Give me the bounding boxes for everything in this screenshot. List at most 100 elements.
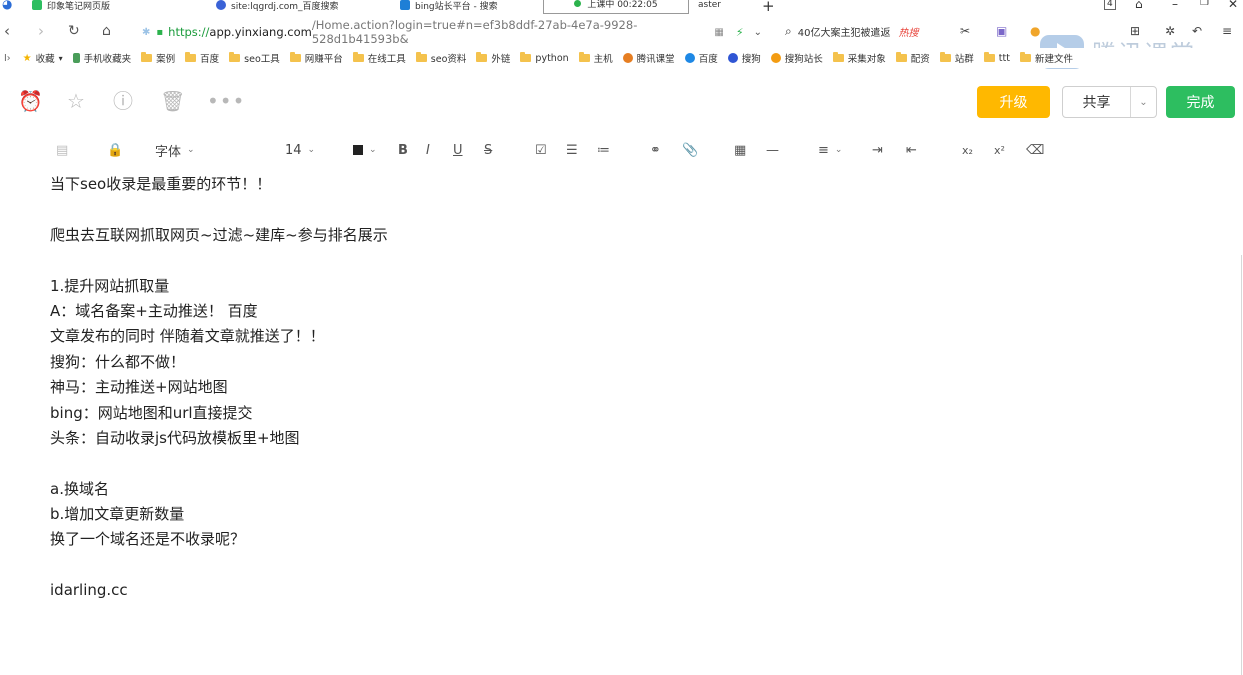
trash-icon[interactable]: 🗑 [160,90,185,112]
close-window-icon[interactable]: ✕ [1228,0,1238,11]
more-icon[interactable]: ••• [207,90,244,112]
bing-icon [400,0,410,10]
italic-icon[interactable]: I [426,140,430,160]
lock-icon: ▪ [156,26,164,38]
note-line: 搜狗：什么都不做！ [50,352,186,371]
note-line [50,197,1200,222]
share-dropdown-icon[interactable]: ⌄ [1131,87,1156,117]
tab-bing[interactable]: bing站长平台 - 搜索 [400,0,498,14]
underline-icon[interactable]: U [453,140,463,160]
bookmark-label: 搜狗站长 [784,54,823,65]
text-color-picker[interactable]: ⌄ [353,140,377,160]
clear-format-icon[interactable]: ⌫ [1026,140,1044,160]
note-line [50,451,1200,476]
note-line: bing：网站地图和url直接提交 [50,403,253,422]
bookmark-item[interactable]: ★ 收藏 ▾ [23,51,63,66]
checkbox-icon[interactable]: ☑ [535,140,547,160]
live-dot-icon [574,0,582,7]
note-editor[interactable]: 当下seo收录是最重要的环节！！ 爬虫去互联网抓取网页~过滤~建库~参与排名展示 1… [50,172,1200,604]
bookmark-item[interactable]: ttt [983,52,1010,64]
tab-label: aster [698,0,721,10]
font-size-select[interactable]: 14 ⌄ [285,140,315,160]
tab-yinxiang[interactable]: 印象笔记网页版 [32,0,110,14]
bookmark-item[interactable]: 采集对象 [832,51,886,65]
strikethrough-icon[interactable]: S [484,140,492,160]
share-button[interactable]: 共享 [1063,87,1131,117]
search-icon: ⌕ [785,24,792,38]
bookmark-item[interactable]: seo工具 [229,51,280,65]
note-line [50,553,1200,578]
bookmark-item[interactable]: seo资料 [415,51,467,65]
home-icon[interactable]: ⌂ [102,22,111,40]
note-line: b.增加文章更新数量 [50,505,185,524]
bookmark-item[interactable]: 配资 [895,51,930,65]
encrypt-lock-icon[interactable]: 🔒 [107,140,123,160]
url-dropdown-icon[interactable]: ⌄ [754,27,762,38]
indent-icon[interactable]: ⇥ [872,140,883,160]
table-icon[interactable]: ▦ [734,140,746,160]
attachment-icon[interactable]: 📎 [682,140,698,160]
done-button[interactable]: 完成 [1166,86,1235,118]
home-shirt-icon[interactable]: ⌂ [1135,0,1143,11]
bookmark-item[interactable]: 主机 [578,51,613,65]
outdent-icon[interactable]: ⇤ [906,140,917,160]
favorite-star-icon[interactable]: ☆ [65,90,87,112]
search-suggestion[interactable]: ⌕ 40亿大案主犯被遣返 热搜 [785,24,918,39]
maximize-icon[interactable]: ❐ [1200,0,1209,8]
upgrade-button[interactable]: 升级 [977,86,1050,118]
bookmark-item[interactable]: 新建文件 [1019,51,1073,65]
url-scheme: https:// [168,25,210,39]
reload-icon[interactable]: ↻ [68,22,80,40]
bookmark-item[interactable]: 网赚平台 [289,51,343,65]
sidebar-toggle-icon[interactable]: I› [4,53,11,64]
superscript-icon[interactable]: x² [994,140,1005,160]
bookmark-item[interactable]: 搜狗站长 [770,51,823,65]
bookmark-label: 案例 [156,54,176,65]
speed-icon[interactable]: ⚡ [736,26,744,39]
bookmark-label: seo资料 [430,54,467,65]
info-icon[interactable]: ⓘ [112,90,134,112]
template-icon[interactable]: ▤ [56,140,68,160]
extension-icon[interactable]: ● [1030,24,1040,38]
subscript-icon[interactable]: x₂ [962,140,973,160]
bookmark-label: 主机 [593,54,613,65]
note-line: a.换域名 [50,479,109,498]
translate-icon[interactable]: ▣ [996,24,1007,38]
numbered-list-icon[interactable]: ≔ [597,140,610,160]
align-select[interactable]: ≡ ⌄ [818,140,842,160]
bookmark-item[interactable]: 案例 [141,51,175,65]
bookmark-item[interactable]: 站群 [939,51,974,65]
bookmark-item[interactable]: 外链 [476,51,510,65]
bookmark-item[interactable]: 手机收藏夹 [72,51,131,65]
url-field[interactable]: ✱ ▪ https:// app.yinxiang.com /Home.acti… [142,18,762,46]
bookmark-item[interactable]: 在线工具 [352,51,406,65]
scissors-icon[interactable]: ✂ [960,24,970,38]
minimize-icon[interactable]: – [1172,0,1178,11]
reminder-alarm-icon[interactable]: ⏰ [18,90,43,112]
bookmark-item[interactable]: 百度 [185,51,219,65]
bookmark-item[interactable]: python [520,52,569,64]
qr-icon[interactable]: ▦ [714,27,723,38]
editor-scrollbar[interactable] [1241,255,1242,675]
bookmark-label: 采集对象 [847,54,886,65]
bookmark-item[interactable]: 腾讯课堂 [622,51,675,65]
tab-partial[interactable]: aster [698,0,721,14]
horizontal-rule-icon[interactable]: — [766,140,779,160]
forward-icon[interactable]: › [38,22,44,40]
menu-icon[interactable]: ≡ [1222,24,1232,38]
site-icon [770,53,781,63]
font-family-select[interactable]: 字体 ⌄ [155,140,195,160]
tab-baidu-search[interactable]: site:lqgrdj.com_百度搜索 [216,0,339,14]
folder-icon [185,52,197,62]
tab-count-badge[interactable]: 4 [1104,0,1116,10]
back-icon[interactable]: ‹ [4,22,10,40]
bullet-list-icon[interactable]: ☰ [566,140,578,160]
link-icon[interactable]: ⚭ [650,140,661,160]
folder-icon [476,52,488,62]
bookmark-item[interactable]: 搜狗 [727,51,761,65]
hot-search-label: 热搜 [898,28,919,39]
bold-icon[interactable]: B [398,140,408,160]
bookmark-item[interactable]: 百度 [684,51,718,65]
new-tab-icon[interactable]: + [762,0,775,14]
url-host: app.yinxiang.com [209,25,312,39]
